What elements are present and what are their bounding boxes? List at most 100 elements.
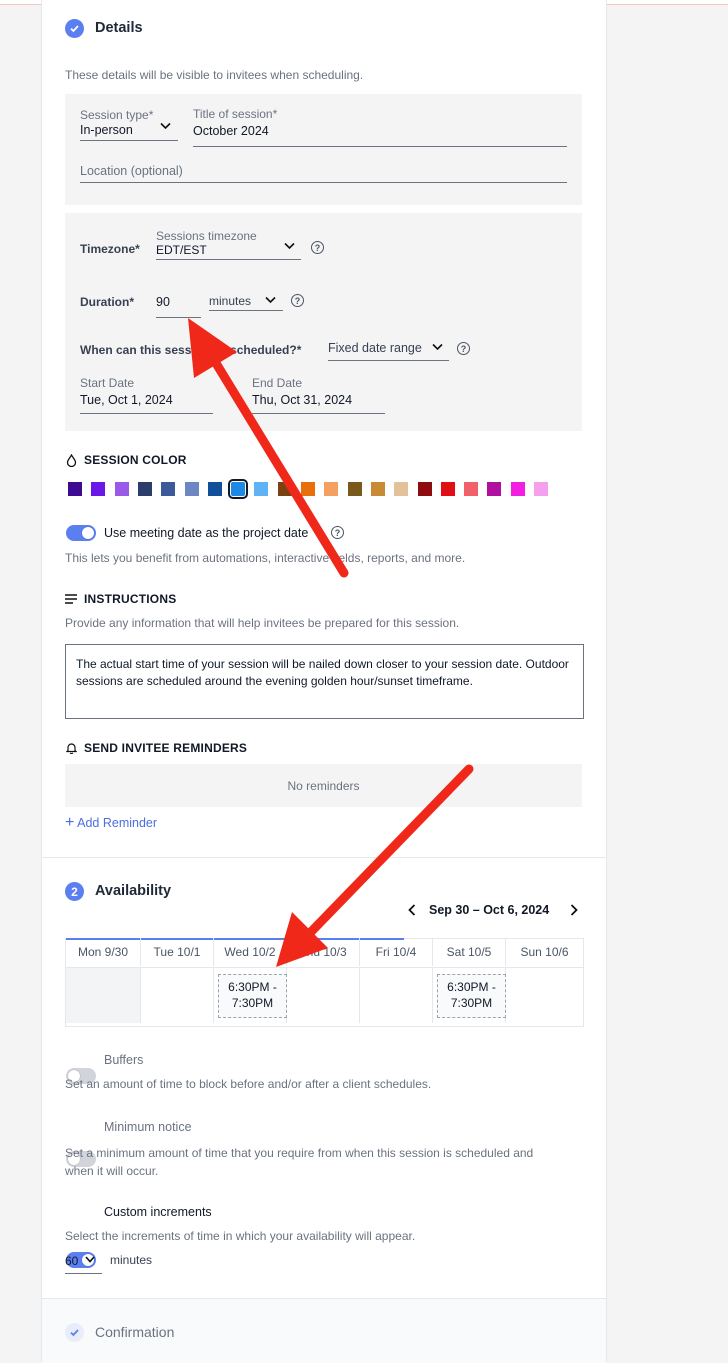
availability-step-badge: 2 <box>65 882 84 901</box>
project-date-helper: This lets you benefit from automations, … <box>65 551 466 565</box>
reminders-empty: No reminders <box>65 764 582 807</box>
plus-icon: + <box>65 814 75 831</box>
color-swatch[interactable] <box>324 482 339 496</box>
color-swatch[interactable] <box>254 482 269 496</box>
date-range-mode-select[interactable]: Fixed date range <box>328 341 449 361</box>
project-date-toggle[interactable] <box>66 525 96 541</box>
color-swatch[interactable] <box>301 482 315 496</box>
duration-unit-select[interactable]: minutes <box>209 294 283 311</box>
color-swatch[interactable] <box>370 482 385 496</box>
timezone-select[interactable]: Sessions timezone EDT/EST <box>156 229 301 260</box>
timezone-field-label: Sessions timezone <box>156 229 257 243</box>
chevron-down-icon <box>265 296 276 304</box>
availability-calendar: Mon 9/30 Tue 10/1 Wed 10/2 Thu 10/3 Fri … <box>65 938 584 1027</box>
help-icon[interactable]: ? <box>291 294 304 307</box>
when-label: When can this session be scheduled?* <box>80 343 302 357</box>
session-basics-panel: Session type* In-person Title of session… <box>65 94 582 205</box>
calendar-day-tue: Tue 10/1 <box>141 938 214 966</box>
calendar-day-sun: Sun 10/6 <box>520 945 569 959</box>
end-date-label: End Date <box>252 376 303 390</box>
availability-slot[interactable]: 6:30PM - 7:30PM <box>218 974 287 1018</box>
increments-value: 60 <box>65 1254 79 1268</box>
color-swatch[interactable] <box>207 482 222 496</box>
color-swatch[interactable] <box>184 482 199 496</box>
start-date-field[interactable]: Start Date Tue, Oct 1, 2024 <box>80 376 213 414</box>
color-swatch[interactable] <box>440 482 455 496</box>
next-week-button[interactable] <box>570 904 578 919</box>
chevron-down-icon <box>160 122 171 130</box>
calendar-day-wed: Wed 10/2 <box>214 938 287 966</box>
session-title-value: October 2024 <box>193 124 269 138</box>
session-editor-card: Details These details will be visible to… <box>41 0 607 1363</box>
duration-value: 90 <box>156 295 170 309</box>
instructions-textarea[interactable]: The actual start time of your session wi… <box>65 644 584 719</box>
timezone-value: EDT/EST <box>156 243 207 257</box>
color-swatch[interactable] <box>534 482 548 496</box>
color-swatch[interactable] <box>161 482 176 496</box>
increments-unit: minutes <box>110 1253 153 1267</box>
details-description: These details will be visible to invitee… <box>65 68 364 82</box>
calendar-day-thu: Thu 10/3 <box>287 938 360 966</box>
chevron-down-icon <box>432 343 443 351</box>
color-swatch[interactable] <box>464 482 479 496</box>
color-swatch[interactable] <box>68 482 82 496</box>
add-reminder-label: Add Reminder <box>77 816 158 830</box>
confirmation-section[interactable]: Confirmation <box>42 1298 606 1363</box>
prev-week-button[interactable] <box>408 904 416 919</box>
start-date-value: Tue, Oct 1, 2024 <box>80 393 173 407</box>
instructions-helper: Provide any information that will help i… <box>65 616 460 630</box>
end-date-field[interactable]: End Date Thu, Oct 31, 2024 <box>252 376 385 414</box>
color-swatch[interactable] <box>228 479 249 499</box>
help-icon[interactable]: ? <box>457 342 470 355</box>
session-type-label: Session type* <box>80 108 154 122</box>
location-field[interactable]: Location (optional) <box>80 164 567 183</box>
date-range-mode-value: Fixed date range <box>328 341 422 355</box>
location-placeholder: Location (optional) <box>80 164 183 178</box>
chevron-right-icon <box>570 904 578 916</box>
confirmation-check-icon <box>65 1323 84 1342</box>
confirmation-title: Confirmation <box>95 1324 175 1340</box>
increments-select[interactable]: 60 <box>65 1252 102 1274</box>
minimum-notice-helper: Set a minimum amount of time that you re… <box>65 1146 534 1178</box>
bell-icon <box>66 743 77 754</box>
custom-increments-helper: Select the increments of time in which y… <box>65 1229 416 1243</box>
chevron-down-icon <box>284 242 295 250</box>
color-swatch[interactable] <box>277 482 292 496</box>
availability-title: Availability <box>95 883 172 899</box>
color-swatch[interactable] <box>394 482 409 496</box>
availability-slot[interactable]: 6:30PM - 7:30PM <box>437 974 506 1018</box>
lines-icon <box>65 594 77 604</box>
chevron-left-icon <box>408 904 416 916</box>
color-swatch[interactable] <box>137 482 152 496</box>
project-date-label: Use meeting date as the project date <box>104 526 309 540</box>
color-swatch[interactable] <box>91 482 106 496</box>
details-title: Details <box>95 20 143 36</box>
reminders-title: SEND INVITEE REMINDERS <box>84 741 248 755</box>
color-swatch[interactable] <box>114 482 129 496</box>
start-date-label: Start Date <box>80 376 135 390</box>
chevron-down-icon <box>85 1256 95 1263</box>
session-title-field[interactable]: Title of session* October 2024 <box>193 107 567 147</box>
session-type-select[interactable]: Session type* In-person <box>80 108 178 141</box>
color-swatch[interactable] <box>417 482 432 496</box>
minimum-notice-label: Minimum notice <box>104 1120 192 1134</box>
droplet-icon <box>66 454 77 467</box>
duration-label: Duration* <box>80 295 134 309</box>
end-date-value: Thu, Oct 31, 2024 <box>252 393 353 407</box>
details-check-icon <box>65 19 84 38</box>
week-range-label: Sep 30 – Oct 6, 2024 <box>429 903 550 917</box>
timezone-label: Timezone* <box>80 242 140 256</box>
calendar-day-mon: Mon 9/30 <box>66 938 141 966</box>
instructions-title: INSTRUCTIONS <box>84 592 177 606</box>
custom-increments-label: Custom increments <box>104 1205 212 1219</box>
calendar-day-sat: Sat 10/5 <box>433 938 506 966</box>
buffers-label: Buffers <box>104 1053 144 1067</box>
help-icon[interactable]: ? <box>331 526 344 539</box>
color-swatch[interactable] <box>510 482 525 496</box>
add-reminder-link[interactable]: + Add Reminder <box>65 814 158 831</box>
timing-panel: Timezone* Sessions timezone EDT/EST ? Du… <box>65 213 582 431</box>
duration-input[interactable]: 90 <box>156 295 201 318</box>
color-swatch[interactable] <box>347 482 362 496</box>
color-swatch[interactable] <box>487 482 502 496</box>
help-icon[interactable]: ? <box>311 241 324 254</box>
